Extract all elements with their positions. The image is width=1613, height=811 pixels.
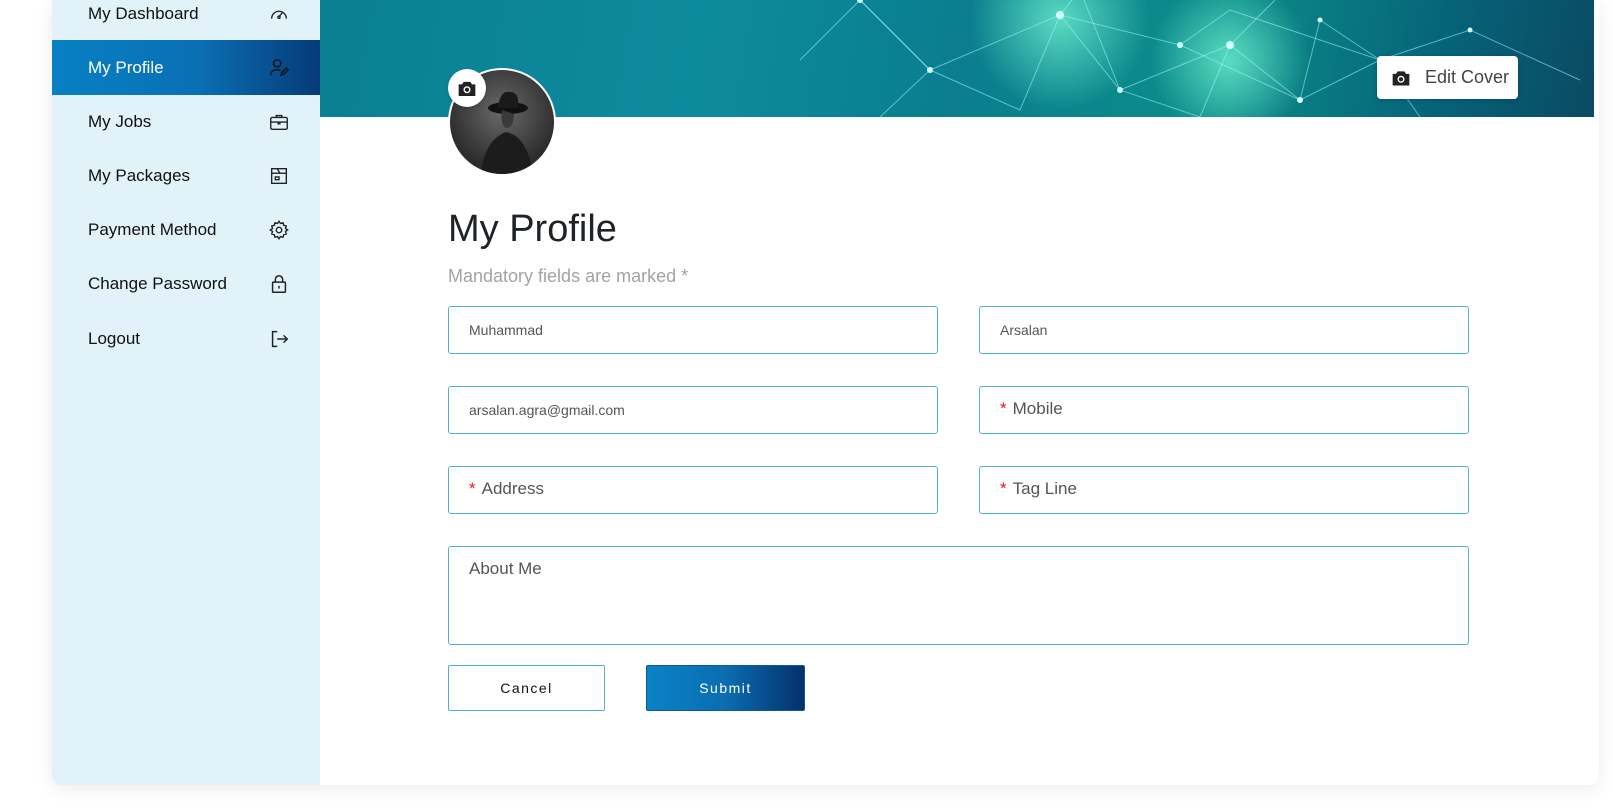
submit-button[interactable]: Submit: [646, 665, 805, 711]
edit-cover-label: Edit Cover: [1425, 67, 1510, 87]
email-value: arsalan.agra@gmail.com: [469, 402, 625, 418]
first-name-value: Muhammad: [469, 322, 543, 338]
mobile-placeholder: Mobile: [1012, 399, 1063, 418]
package-icon: [270, 167, 288, 184]
sidebar-item-change-password[interactable]: Change Password: [52, 256, 320, 311]
required-star: *: [1000, 479, 1007, 498]
sidebar-item-my-dashboard[interactable]: My Dashboard: [52, 0, 320, 41]
briefcase-icon: [270, 114, 288, 130]
camera-icon: [1392, 70, 1410, 85]
last-name-value: Arsalan: [1000, 322, 1048, 338]
logout-icon: [271, 330, 289, 347]
speedometer-icon: [270, 10, 288, 19]
last-name-field[interactable]: Arsalan: [979, 306, 1469, 354]
mobile-field[interactable]: * Mobile: [979, 386, 1469, 434]
user-edit-icon: [270, 58, 290, 76]
sidebar-item-my-jobs[interactable]: My Jobs: [52, 94, 320, 149]
address-placeholder: Address: [481, 479, 544, 498]
lock-icon: [271, 274, 287, 293]
first-name-field[interactable]: Muhammad: [448, 306, 938, 354]
sidebar-item-label: My Profile: [88, 57, 164, 77]
sidebar-item-payment-method[interactable]: Payment Method: [52, 202, 320, 257]
sidebar-item-label: My Dashboard: [88, 3, 199, 23]
edit-cover-button[interactable]: Edit Cover: [1377, 56, 1518, 99]
mandatory-note: Mandatory fields are marked *: [448, 266, 689, 286]
about-me-textarea[interactable]: About Me: [448, 546, 1469, 645]
cancel-label: Cancel: [500, 680, 553, 696]
sidebar-item-label: My Packages: [88, 165, 191, 185]
required-star: *: [1000, 399, 1007, 418]
sidebar-item-my-profile[interactable]: My Profile: [52, 40, 320, 95]
sidebar-item-label: Payment Method: [88, 219, 217, 239]
gear-icon: [269, 219, 289, 240]
submit-label: Submit: [699, 680, 752, 696]
cancel-button[interactable]: Cancel: [448, 665, 605, 711]
page-title: My Profile: [448, 208, 617, 250]
change-avatar-button[interactable]: [448, 69, 486, 107]
sidebar-item-label: Change Password: [88, 273, 227, 293]
required-star: *: [469, 479, 476, 498]
email-field[interactable]: arsalan.agra@gmail.com: [448, 386, 938, 434]
sidebar-item-label: My Jobs: [88, 111, 152, 131]
camera-icon: [458, 81, 476, 96]
tag-line-field[interactable]: * Tag Line: [979, 466, 1469, 514]
address-field[interactable]: * Address: [448, 466, 938, 514]
sidebar: My Dashboard My Profile My Jobs My Packa…: [52, 0, 320, 785]
sidebar-item-label: Logout: [88, 328, 140, 348]
about-me-placeholder: About Me: [469, 559, 542, 578]
tag-line-placeholder: Tag Line: [1012, 479, 1077, 498]
sidebar-item-logout[interactable]: Logout: [52, 311, 320, 366]
sidebar-item-my-packages[interactable]: My Packages: [52, 148, 320, 203]
